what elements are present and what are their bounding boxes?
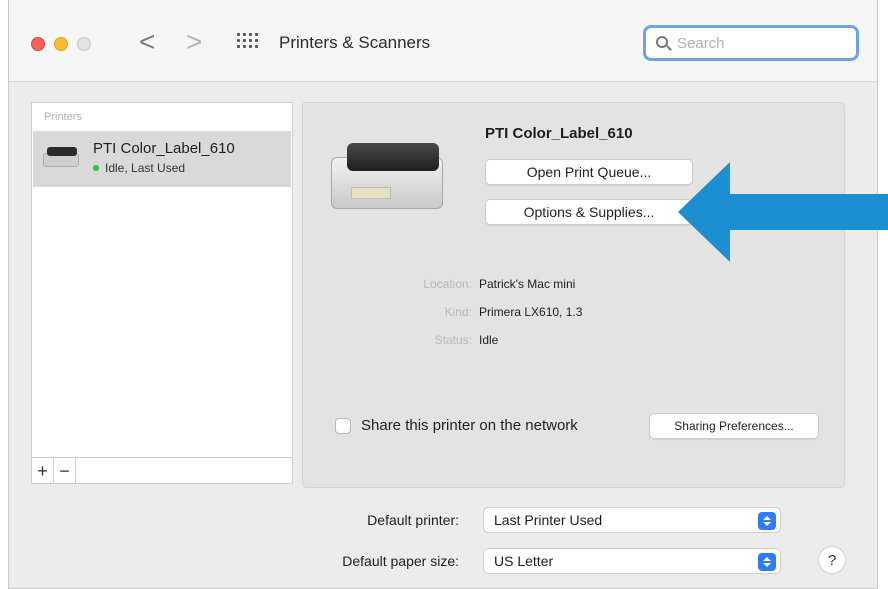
popup-stepper-icon xyxy=(758,512,776,530)
default-paper-row: Default paper size: US Letter xyxy=(9,548,877,574)
printers-list-header: Printers xyxy=(44,111,82,123)
status-label: Status: xyxy=(434,333,472,347)
sharing-preferences-button[interactable]: Sharing Preferences... xyxy=(649,413,819,439)
printer-status-text: Idle, Last Used xyxy=(105,161,186,175)
printers-list: Printers PTI Color_Label_610 Idle, Last … xyxy=(31,102,293,484)
printer-list-item-name: PTI Color_Label_610 xyxy=(93,140,235,157)
printer-list-item[interactable]: PTI Color_Label_610 Idle, Last Used xyxy=(33,131,291,187)
default-paper-value: US Letter xyxy=(494,553,554,569)
zoom-window-button[interactable] xyxy=(77,37,91,51)
popup-stepper-icon xyxy=(758,553,776,571)
printer-name: PTI Color_Label_610 xyxy=(485,125,633,142)
kind-label: Kind: xyxy=(444,305,472,319)
location-label: Location: xyxy=(423,277,472,291)
default-printer-select[interactable]: Last Printer Used xyxy=(483,507,781,533)
remove-printer-button[interactable]: − xyxy=(54,458,76,483)
close-window-button[interactable] xyxy=(31,37,45,51)
default-paper-label: Default paper size: xyxy=(342,553,459,569)
location-value: Patrick's Mac mini xyxy=(479,277,576,291)
kind-value: Primera LX610, 1.3 xyxy=(479,305,583,319)
open-print-queue-button[interactable]: Open Print Queue... xyxy=(485,159,693,185)
default-printer-value: Last Printer Used xyxy=(494,512,603,528)
list-footer: + − xyxy=(32,457,292,483)
back-button[interactable]: < xyxy=(139,27,155,57)
minimize-window-button[interactable] xyxy=(54,37,68,51)
callout-arrow-shape xyxy=(678,162,888,262)
share-printer-option[interactable]: Share this printer on the network xyxy=(335,417,578,434)
search-icon xyxy=(656,35,672,51)
default-printer-row: Default printer: Last Printer Used xyxy=(9,507,877,533)
share-printer-checkbox[interactable] xyxy=(335,417,351,434)
printer-details-panel: PTI Color_Label_610 Open Print Queue... … xyxy=(302,102,845,488)
callout-arrow-icon xyxy=(678,162,888,262)
show-all-grid-icon[interactable] xyxy=(237,33,259,51)
printer-list-item-status: Idle, Last Used xyxy=(93,161,185,175)
options-supplies-button[interactable]: Options & Supplies... xyxy=(485,199,693,225)
status-value: Idle xyxy=(479,333,499,347)
printers-scanners-window: < > Printers & Scanners Printers PTI Col… xyxy=(8,0,878,589)
status-dot-icon xyxy=(93,165,99,171)
default-printer-label: Default printer: xyxy=(367,512,459,528)
search-input[interactable] xyxy=(677,34,837,52)
share-printer-label: Share this printer on the network xyxy=(361,417,578,434)
default-paper-select[interactable]: US Letter xyxy=(483,548,781,574)
search-field[interactable] xyxy=(643,25,859,61)
titlebar: < > Printers & Scanners xyxy=(9,0,877,82)
forward-button[interactable]: > xyxy=(186,27,202,57)
printer-image xyxy=(331,137,446,213)
window-title: Printers & Scanners xyxy=(279,33,431,52)
help-button[interactable]: ? xyxy=(818,546,846,574)
add-printer-button[interactable]: + xyxy=(32,458,54,483)
printer-icon xyxy=(41,143,81,173)
